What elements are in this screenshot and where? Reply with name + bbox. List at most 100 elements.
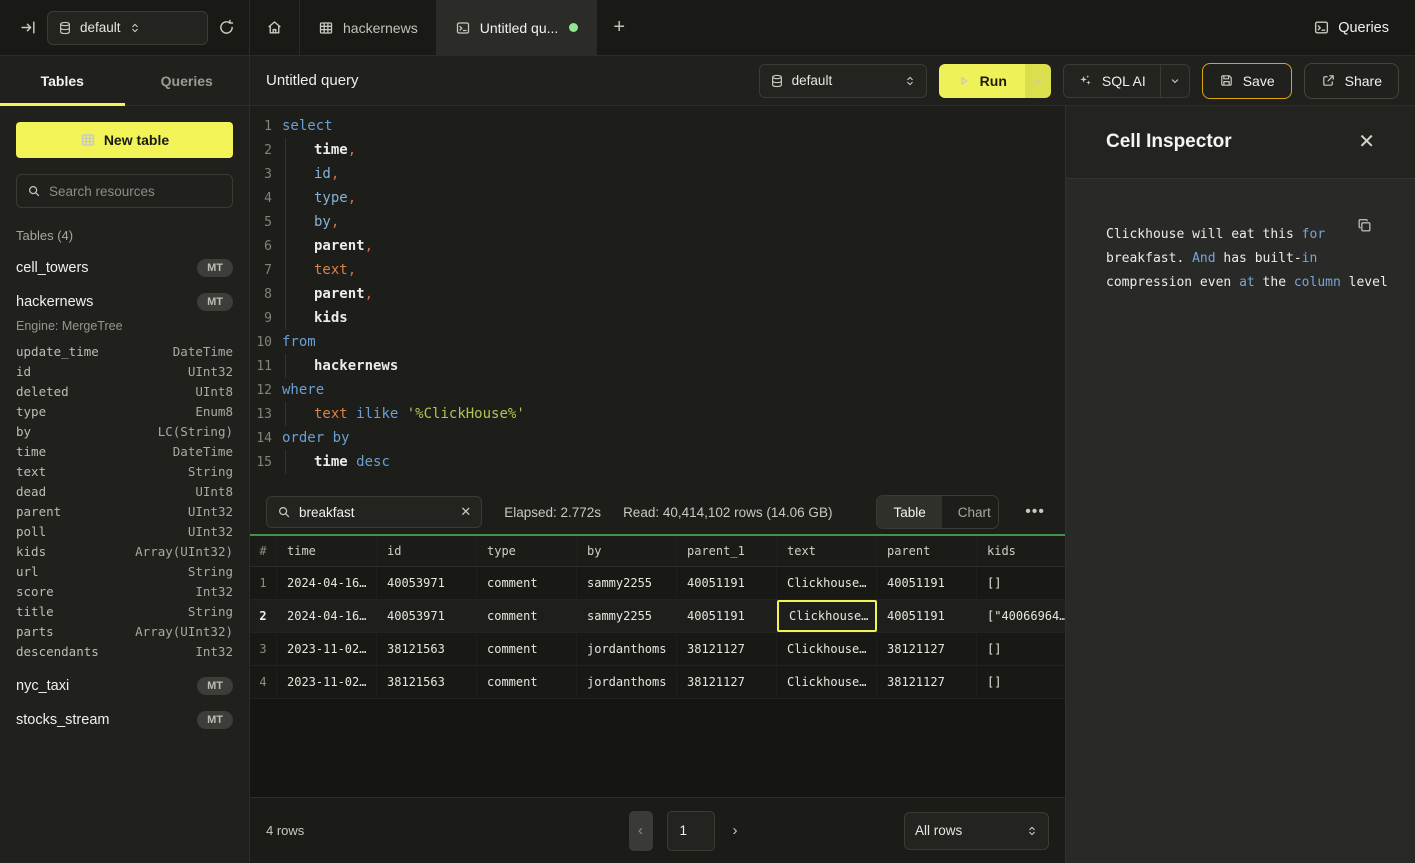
previous-page-button[interactable]: ‹ — [629, 811, 653, 851]
save-button[interactable]: Save — [1202, 63, 1292, 99]
code-line[interactable]: 4type, — [250, 186, 1065, 210]
table-cell[interactable]: Clickhouse… — [777, 633, 877, 665]
next-page-button[interactable]: › — [729, 822, 742, 839]
column-header-by[interactable]: by — [577, 536, 677, 566]
code-line[interactable]: 8parent, — [250, 282, 1065, 306]
table-item-cell_towers[interactable]: cell_towersMT — [16, 259, 233, 277]
table-item-nyc_taxi[interactable]: nyc_taxiMT — [16, 677, 233, 695]
column-row-url[interactable]: urlString — [16, 561, 233, 581]
column-row-parts[interactable]: partsArray(UInt32) — [16, 621, 233, 641]
column-row-descendants[interactable]: descendantsInt32 — [16, 641, 233, 661]
table-cell[interactable]: 38121563 — [377, 633, 477, 665]
code-line[interactable]: 2time, — [250, 138, 1065, 162]
table-cell[interactable]: 40051191 — [677, 567, 777, 599]
table-cell[interactable]: 40051191 — [877, 567, 977, 599]
table-cell[interactable]: [] — [977, 633, 1065, 665]
table-cell[interactable]: Clickhouse… — [777, 567, 877, 599]
table-cell[interactable]: [] — [977, 666, 1065, 698]
page-size-select[interactable]: All rows — [904, 812, 1049, 850]
column-row-kids[interactable]: kidsArray(UInt32) — [16, 541, 233, 561]
column-row-poll[interactable]: pollUInt32 — [16, 521, 233, 541]
table-cell[interactable]: comment — [477, 633, 577, 665]
column-header-parent_1[interactable]: parent_1 — [677, 536, 777, 566]
table-cell[interactable]: ["40066964… — [977, 600, 1065, 632]
tab-home[interactable] — [250, 0, 300, 55]
code-line[interactable]: 9kids — [250, 306, 1065, 330]
collapse-sidebar-icon[interactable] — [20, 19, 37, 36]
page-number-input[interactable] — [668, 812, 714, 850]
column-header-text[interactable]: text — [777, 536, 877, 566]
tab-hackernews[interactable]: hackernews — [300, 0, 437, 55]
code-line[interactable]: 7text, — [250, 258, 1065, 282]
new-table-button[interactable]: New table — [16, 122, 233, 158]
table-item-hackernews[interactable]: hackernewsMT — [16, 293, 233, 311]
table-cell[interactable]: 40051191 — [877, 600, 977, 632]
tab-untitled-query[interactable]: Untitled qu... — [437, 0, 598, 55]
table-cell[interactable]: 38121563 — [377, 666, 477, 698]
column-header-type[interactable]: type — [477, 536, 577, 566]
code-line[interactable]: 12where — [250, 378, 1065, 402]
row-number[interactable]: 3 — [250, 633, 277, 665]
code-line[interactable]: 15time desc — [250, 450, 1065, 474]
table-cell[interactable]: 2024-04-16… — [277, 600, 377, 632]
column-row-dead[interactable]: deadUInt8 — [16, 481, 233, 501]
table-cell[interactable]: comment — [477, 600, 577, 632]
code-line[interactable]: 14order by — [250, 426, 1065, 450]
column-row-deleted[interactable]: deletedUInt8 — [16, 381, 233, 401]
view-tab-table[interactable]: Table — [877, 496, 941, 528]
sidebar-tab-tables[interactable]: Tables — [0, 56, 125, 105]
row-number[interactable]: 2 — [250, 600, 277, 632]
view-tab-chart[interactable]: Chart — [942, 496, 999, 528]
column-row-title[interactable]: titleString — [16, 601, 233, 621]
table-cell[interactable]: 2024-04-16… — [277, 567, 377, 599]
column-row-id[interactable]: idUInt32 — [16, 361, 233, 381]
new-tab-button[interactable]: + — [597, 0, 641, 55]
table-cell[interactable]: 38121127 — [677, 633, 777, 665]
column-row-parent[interactable]: parentUInt32 — [16, 501, 233, 521]
table-cell[interactable]: Clickhouse… — [777, 600, 877, 632]
table-cell[interactable]: sammy2255 — [577, 600, 677, 632]
column-row-update_time[interactable]: update_timeDateTime — [16, 341, 233, 361]
column-row-by[interactable]: byLC(String) — [16, 421, 233, 441]
sidebar-tab-queries[interactable]: Queries — [125, 56, 250, 105]
code-line[interactable]: 13text ilike '%ClickHouse%' — [250, 402, 1065, 426]
table-cell[interactable]: [] — [977, 567, 1065, 599]
table-cell[interactable]: 38121127 — [877, 633, 977, 665]
column-row-text[interactable]: textString — [16, 461, 233, 481]
more-options-icon[interactable]: ••• — [1021, 503, 1049, 521]
column-header-#[interactable]: # — [250, 536, 277, 566]
queries-button[interactable]: Queries — [1313, 19, 1389, 36]
column-header-id[interactable]: id — [377, 536, 477, 566]
row-number[interactable]: 1 — [250, 567, 277, 599]
table-cell[interactable]: 40053971 — [377, 567, 477, 599]
table-cell[interactable]: comment — [477, 666, 577, 698]
search-resources-input[interactable] — [49, 184, 222, 199]
column-header-parent[interactable]: parent — [877, 536, 977, 566]
close-icon[interactable]: ✕ — [1358, 132, 1375, 152]
clear-search-icon[interactable]: ✕ — [460, 504, 471, 520]
table-cell[interactable]: 2023-11-02… — [277, 666, 377, 698]
code-line[interactable]: 5by, — [250, 210, 1065, 234]
column-header-time[interactable]: time — [277, 536, 377, 566]
column-row-type[interactable]: typeEnum8 — [16, 401, 233, 421]
code-line[interactable]: 10from — [250, 330, 1065, 354]
run-button[interactable]: Run — [939, 64, 1025, 98]
table-cell[interactable]: 38121127 — [877, 666, 977, 698]
table-item-stocks_stream[interactable]: stocks_streamMT — [16, 711, 233, 729]
code-line[interactable]: 1select — [250, 114, 1065, 138]
refresh-icon[interactable] — [218, 19, 235, 36]
column-row-score[interactable]: scoreInt32 — [16, 581, 233, 601]
row-number[interactable]: 4 — [250, 666, 277, 698]
table-row[interactable]: 12024-04-16…40053971commentsammy22554005… — [250, 567, 1065, 600]
table-cell[interactable]: jordanthoms — [577, 666, 677, 698]
sql-editor[interactable]: 1select2time,3id,4type,5by,6parent,7text… — [250, 106, 1065, 490]
table-cell[interactable]: jordanthoms — [577, 633, 677, 665]
table-row[interactable]: 32023-11-02…38121563commentjordanthoms38… — [250, 633, 1065, 666]
code-line[interactable]: 6parent, — [250, 234, 1065, 258]
table-cell[interactable]: 40051191 — [677, 600, 777, 632]
table-row[interactable]: 22024-04-16…40053971commentsammy22554005… — [250, 600, 1065, 633]
sql-ai-options-button[interactable] — [1160, 65, 1189, 97]
run-options-button[interactable] — [1025, 64, 1051, 98]
table-cell[interactable]: Clickhouse… — [777, 666, 877, 698]
table-cell[interactable]: comment — [477, 567, 577, 599]
